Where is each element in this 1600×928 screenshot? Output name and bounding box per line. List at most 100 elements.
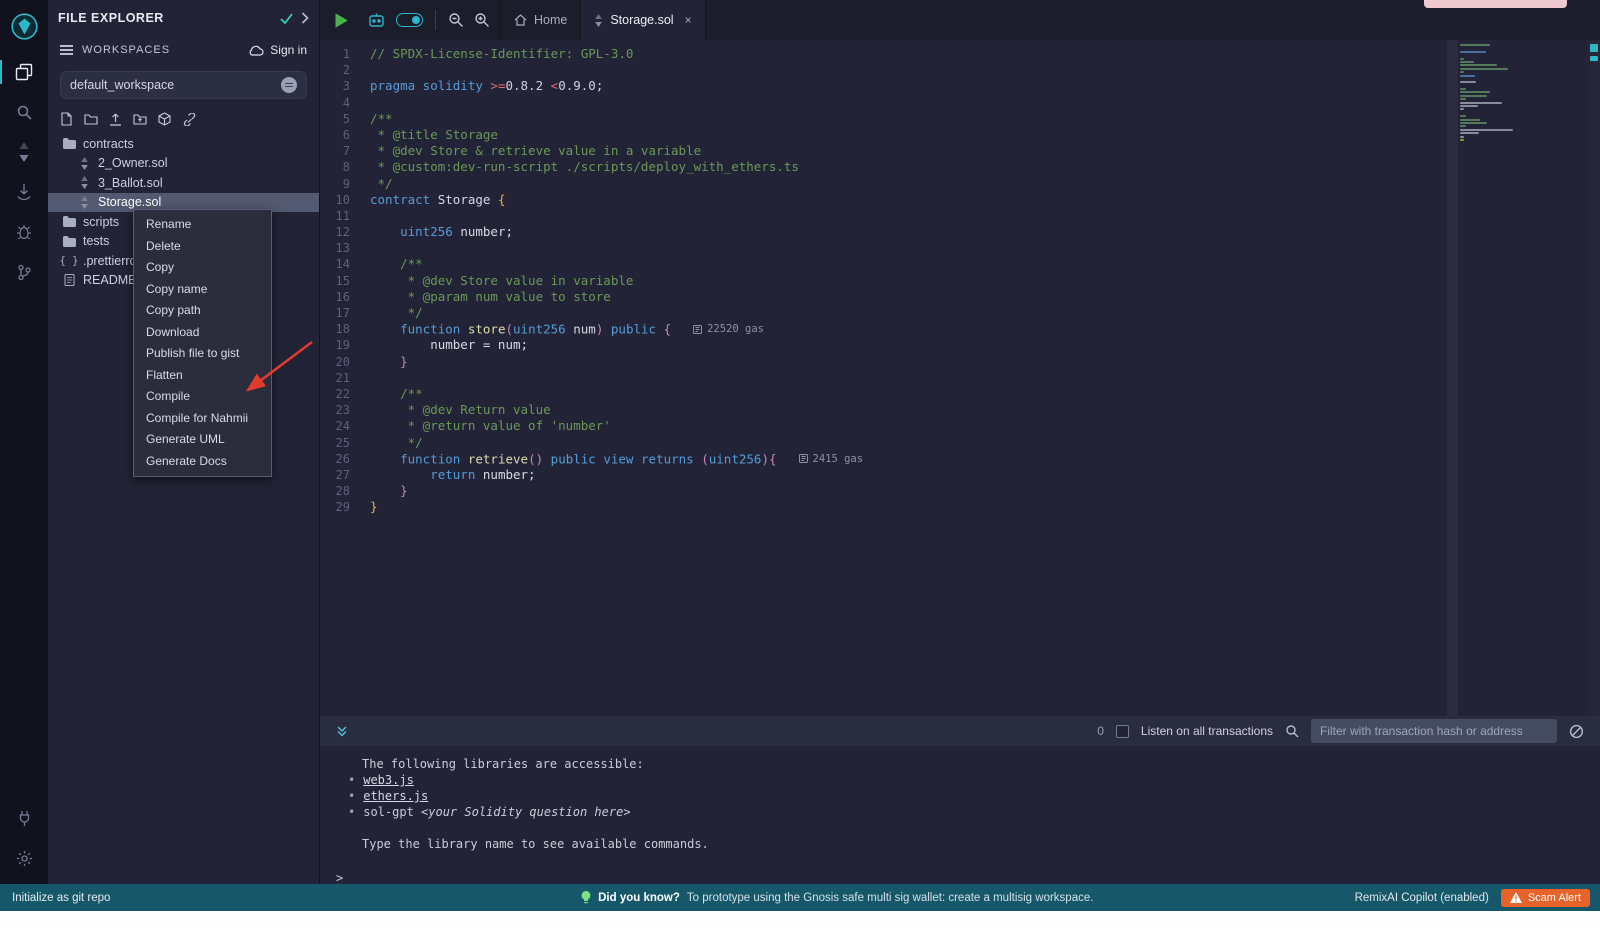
- gas-estimate-badge: 22520 gas: [693, 321, 764, 337]
- terminal-line: The following libraries are accessible:: [334, 756, 1600, 772]
- chevron-right-icon[interactable]: [301, 12, 309, 24]
- code-area: 1// SPDX-License-Identifier: GPL-3.023pr…: [320, 46, 1600, 515]
- code-line: 16 * @param num value to store: [320, 289, 1600, 305]
- sidebar-item-git[interactable]: [0, 252, 48, 292]
- listen-checkbox[interactable]: [1116, 725, 1129, 738]
- tree-item-3-ballot-sol[interactable]: 3_Ballot.sol: [48, 173, 319, 193]
- workspace-select[interactable]: default_workspace: [60, 71, 307, 99]
- tip-text: To prototype using the Gnosis safe multi…: [687, 892, 1094, 904]
- new-file-icon[interactable]: [60, 112, 73, 126]
- line-number: 7: [320, 143, 370, 159]
- link-icon[interactable]: [182, 113, 197, 126]
- git-init-button[interactable]: Initialize as git repo: [0, 892, 320, 904]
- tree-item-2-owner-sol[interactable]: 2_Owner.sol: [48, 154, 319, 174]
- line-number: 4: [320, 95, 370, 111]
- terminal-line: •sol-gpt <your Solidity question here>: [334, 804, 1600, 820]
- gas-estimate-badge: 2415 gas: [799, 451, 864, 467]
- code-text: * @custom:dev-run-script ./scripts/deplo…: [370, 159, 799, 175]
- editor-scrollbar[interactable]: [1447, 40, 1458, 716]
- expand-terminal-icon[interactable]: [336, 725, 348, 738]
- close-icon[interactable]: ×: [685, 13, 692, 27]
- code-text: * @title Storage: [370, 127, 498, 143]
- notification-strip: [1424, 0, 1567, 8]
- code-line: 19 number = num;: [320, 337, 1600, 353]
- code-text: /**: [370, 111, 393, 127]
- line-number: 27: [320, 467, 370, 483]
- sidebar-item-search[interactable]: [0, 92, 48, 132]
- terminal-line: •web3.js: [334, 772, 1600, 788]
- scam-alert-label: Scam Alert: [1528, 892, 1581, 904]
- context-menu-item-delete[interactable]: Delete: [134, 236, 271, 258]
- tab-storage-sol[interactable]: Storage.sol×: [581, 0, 705, 40]
- terminal-link-web3-js[interactable]: web3.js: [363, 773, 414, 787]
- sidebar-item-debugger[interactable]: [0, 212, 48, 252]
- code-line: 11: [320, 208, 1600, 224]
- terminal-search-icon[interactable]: [1285, 724, 1299, 738]
- code-text: * @dev Store & retrieve value in a varia…: [370, 143, 701, 159]
- sidebar-item-solidity-compiler[interactable]: [0, 132, 48, 172]
- tip-title: Did you know?: [598, 892, 680, 904]
- sidebar-item-deploy-run[interactable]: [0, 172, 48, 212]
- line-number: 9: [320, 176, 370, 192]
- copilot-toggle[interactable]: [396, 13, 423, 27]
- zoom-out-icon[interactable]: [448, 12, 464, 28]
- code-line: 2: [320, 62, 1600, 78]
- context-menu-item-compile[interactable]: Compile: [134, 386, 271, 408]
- minimap[interactable]: [1460, 44, 1526, 142]
- run-script-button[interactable]: [334, 12, 349, 29]
- status-bar: Initialize as git repo Did you know? To …: [0, 884, 1600, 911]
- code-text: * @dev Store value in variable: [370, 273, 633, 289]
- context-menu-item-generate-docs[interactable]: Generate Docs: [134, 451, 271, 473]
- line-number: 12: [320, 224, 370, 240]
- terminal-toolbar: 0 Listen on all transactions: [320, 716, 1600, 746]
- workspaces-menu-icon[interactable]: [60, 43, 73, 57]
- sidebar-item-file-explorer[interactable]: [0, 52, 48, 92]
- clear-terminal-icon[interactable]: [1569, 724, 1584, 739]
- terminal-line: Type the library name to see available c…: [334, 836, 1600, 852]
- upload-folder-icon[interactable]: [133, 113, 147, 125]
- context-menu-item-compile-for-nahmii[interactable]: Compile for Nahmii: [134, 408, 271, 430]
- ai-copilot-icon[interactable]: [367, 12, 386, 28]
- upload-file-icon[interactable]: [109, 113, 122, 126]
- new-folder-icon[interactable]: [84, 113, 98, 125]
- line-number: 16: [320, 289, 370, 305]
- context-menu-item-download[interactable]: Download: [134, 322, 271, 344]
- context-menu-item-copy-path[interactable]: Copy path: [134, 300, 271, 322]
- code-text: */: [370, 305, 423, 321]
- code-text: * @return value of 'number': [370, 418, 611, 434]
- sidebar-item-settings[interactable]: [0, 838, 48, 878]
- filter-input[interactable]: [1311, 719, 1557, 743]
- tab-home[interactable]: Home: [501, 0, 581, 40]
- ipfs-box-icon[interactable]: [158, 112, 171, 126]
- line-number: 6: [320, 127, 370, 143]
- sidebar-item-plugin-manager[interactable]: [0, 798, 48, 838]
- line-number: 3: [320, 78, 370, 94]
- code-line: 15 * @dev Store value in variable: [320, 273, 1600, 289]
- solidity-icon: [77, 157, 91, 170]
- terminal-output[interactable]: The following libraries are accessible:•…: [320, 746, 1600, 884]
- line-number: 18: [320, 321, 370, 337]
- code-line: 22 /**: [320, 386, 1600, 402]
- terminal-link-ethers-js[interactable]: ethers.js: [363, 789, 428, 803]
- tree-item-contracts[interactable]: contracts: [48, 134, 319, 154]
- zoom-in-icon[interactable]: [474, 12, 490, 28]
- scam-alert-badge[interactable]: Scam Alert: [1501, 889, 1590, 907]
- code-text: }: [370, 354, 408, 370]
- context-menu-item-publish-file-to-gist[interactable]: Publish file to gist: [134, 343, 271, 365]
- code-text: contract Storage {: [370, 192, 505, 208]
- context-menu-item-copy-name[interactable]: Copy name: [134, 279, 271, 301]
- sign-in-button[interactable]: Sign in: [248, 43, 307, 57]
- home-icon: [514, 14, 527, 26]
- check-icon[interactable]: [280, 13, 293, 24]
- line-number: 14: [320, 256, 370, 272]
- context-menu-item-copy[interactable]: Copy: [134, 257, 271, 279]
- code-editor[interactable]: 1// SPDX-License-Identifier: GPL-3.023pr…: [320, 40, 1600, 716]
- context-menu-item-generate-uml[interactable]: Generate UML: [134, 429, 271, 451]
- remix-logo-icon[interactable]: [0, 0, 48, 52]
- line-number: 1: [320, 46, 370, 62]
- context-menu-item-rename[interactable]: Rename: [134, 214, 271, 236]
- workspace-options-icon[interactable]: [281, 77, 297, 93]
- line-number: 24: [320, 418, 370, 434]
- context-menu-item-flatten[interactable]: Flatten: [134, 365, 271, 387]
- solidity-icon: [77, 176, 91, 189]
